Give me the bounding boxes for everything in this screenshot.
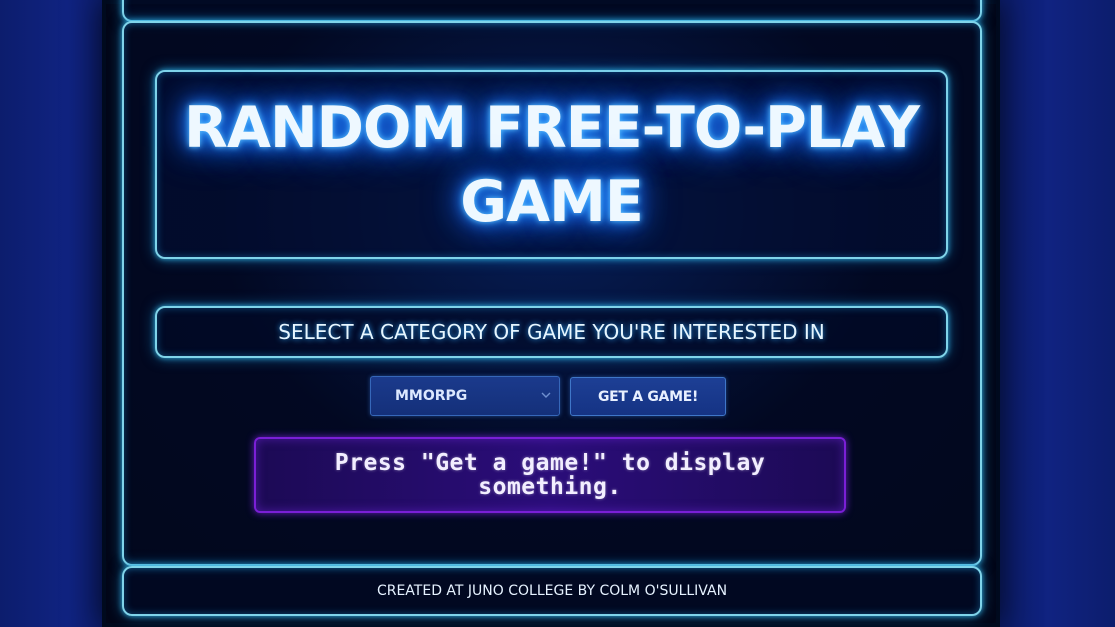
page-background: RANDOM FREE-TO-PLAY GAME SELECT A CATEGO… <box>0 0 1115 627</box>
category-prompt-box: SELECT A CATEGORY OF GAME YOU'RE INTERES… <box>155 306 948 358</box>
category-select-value: MMORPG <box>395 388 468 404</box>
title-box: RANDOM FREE-TO-PLAY GAME <box>155 70 948 259</box>
footer-credit: CREATED AT JUNO COLLEGE BY COLM O'SULLIV… <box>376 583 728 599</box>
top-strip <box>122 0 982 22</box>
result-message: Press "Get a game!" to display something… <box>334 450 766 500</box>
controls-row: MMORPG GET A GAME! <box>370 376 730 418</box>
chevron-down-icon <box>541 392 551 398</box>
footer: CREATED AT JUNO COLLEGE BY COLM O'SULLIV… <box>122 566 982 616</box>
page-title: RANDOM FREE-TO-PLAY GAME <box>183 94 920 235</box>
category-prompt: SELECT A CATEGORY OF GAME YOU'RE INTERES… <box>278 320 825 344</box>
category-select[interactable]: MMORPG <box>370 376 560 416</box>
app-frame: RANDOM FREE-TO-PLAY GAME SELECT A CATEGO… <box>102 0 1000 627</box>
get-game-button[interactable]: GET A GAME! <box>570 377 726 416</box>
result-display: Press "Get a game!" to display something… <box>254 437 846 513</box>
